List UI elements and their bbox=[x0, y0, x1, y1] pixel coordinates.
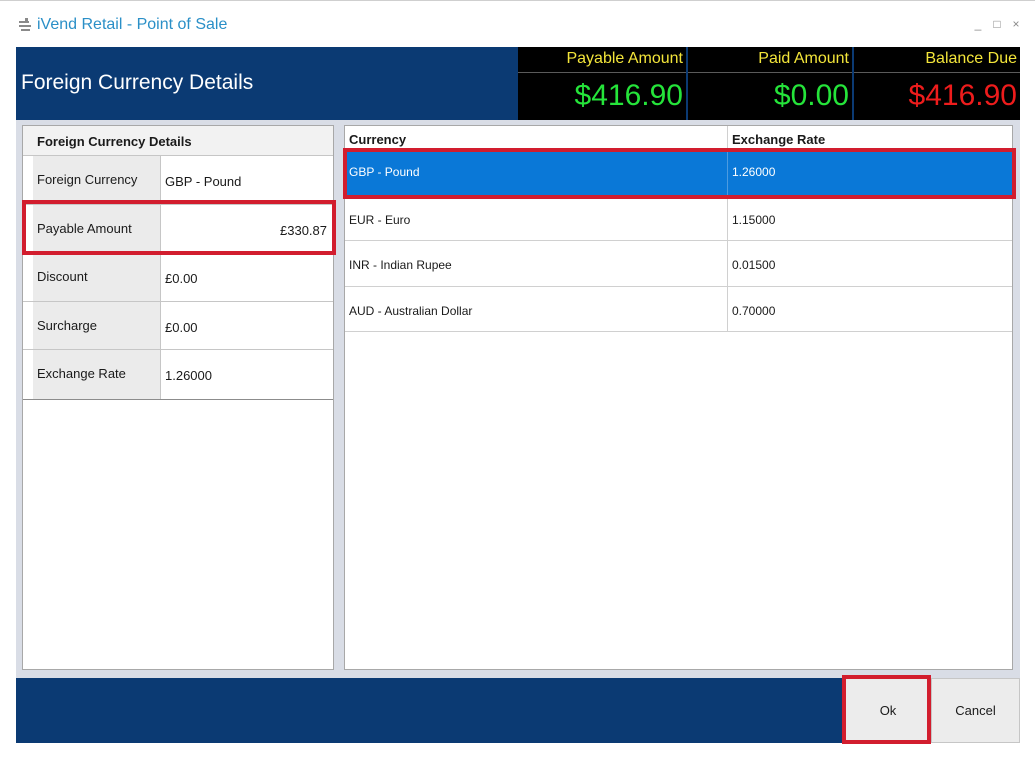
surcharge-value: £0.00 bbox=[165, 319, 198, 335]
window-controls: _ □ × bbox=[973, 17, 1021, 31]
paid-amount-value: $0.00 bbox=[773, 79, 849, 112]
balance-due-label: Balance Due bbox=[925, 50, 1017, 67]
exchange-rate-row: Exchange Rate 1.26000 bbox=[23, 350, 333, 399]
divider bbox=[688, 72, 852, 73]
window-title: iVend Retail - Point of Sale bbox=[37, 16, 228, 33]
column-header-currency[interactable]: Currency bbox=[349, 132, 406, 147]
content-area: Foreign Currency Details Foreign Currenc… bbox=[16, 120, 1020, 678]
rate-cell: 0.70000 bbox=[732, 303, 776, 318]
payable-amount-field[interactable]: £330.87 bbox=[165, 205, 327, 253]
paid-amount-label: Paid Amount bbox=[758, 50, 849, 67]
footer-bar: Ok Cancel bbox=[16, 678, 1020, 743]
payable-amount-row: Payable Amount £330.87 bbox=[23, 204, 333, 253]
column-divider bbox=[727, 241, 728, 286]
foreign-currency-label: Foreign Currency bbox=[33, 156, 161, 204]
exchange-rate-label: Exchange Rate bbox=[33, 350, 161, 399]
currency-cell: AUD - Australian Dollar bbox=[349, 303, 473, 318]
balance-due-value: $416.90 bbox=[908, 79, 1017, 112]
header-bar: Foreign Currency Details Payable Amount … bbox=[16, 47, 1020, 120]
grid-header: Currency Exchange Rate bbox=[345, 126, 1012, 150]
column-divider bbox=[727, 126, 728, 150]
discount-value: £0.00 bbox=[165, 271, 198, 286]
discount-label: Discount bbox=[33, 253, 161, 301]
divider bbox=[854, 72, 1020, 73]
title-bar: iVend Retail - Point of Sale _ □ × bbox=[0, 0, 1035, 48]
cancel-button[interactable]: Cancel bbox=[931, 678, 1020, 743]
balance-due-box: Balance Due $416.90 bbox=[854, 47, 1020, 120]
currency-cell: INR - Indian Rupee bbox=[349, 258, 452, 272]
app-icon bbox=[19, 18, 31, 31]
maximize-button[interactable]: □ bbox=[992, 17, 1002, 31]
surcharge-label: Surcharge bbox=[33, 301, 161, 349]
currency-row-eur[interactable]: EUR - Euro 1.15000 bbox=[345, 195, 1012, 241]
column-divider bbox=[727, 286, 728, 331]
ok-button[interactable]: Ok bbox=[845, 678, 931, 743]
column-header-exchange-rate[interactable]: Exchange Rate bbox=[732, 132, 825, 147]
details-heading: Foreign Currency Details bbox=[23, 126, 333, 156]
rate-cell: 1.15000 bbox=[732, 212, 776, 227]
foreign-currency-row: Foreign Currency GBP - Pound bbox=[23, 156, 333, 205]
details-table: Foreign Currency Details Foreign Currenc… bbox=[23, 126, 333, 400]
rate-cell: 0.01500 bbox=[732, 258, 776, 272]
discount-row: Discount £0.00 bbox=[23, 253, 333, 302]
minimize-button[interactable]: _ bbox=[973, 17, 983, 31]
payable-amount-field-label: Payable Amount bbox=[33, 204, 161, 252]
foreign-currency-value: GBP - Pound bbox=[165, 174, 242, 189]
payable-amount-box: Payable Amount $416.90 bbox=[518, 47, 686, 120]
surcharge-row: Surcharge £0.00 bbox=[23, 301, 333, 350]
currency-row-inr[interactable]: INR - Indian Rupee 0.01500 bbox=[345, 241, 1012, 287]
page-title: Foreign Currency Details bbox=[21, 71, 254, 94]
currency-row-aud[interactable]: AUD - Australian Dollar 0.70000 bbox=[345, 286, 1012, 332]
column-divider bbox=[727, 195, 728, 240]
details-panel: Foreign Currency Details Foreign Currenc… bbox=[22, 125, 334, 670]
column-divider bbox=[727, 150, 728, 195]
close-button[interactable]: × bbox=[1011, 17, 1021, 31]
payable-amount-value: $416.90 bbox=[574, 79, 683, 112]
rate-cell: 1.26000 bbox=[732, 165, 776, 179]
exchange-rate-value: 1.26000 bbox=[165, 368, 212, 383]
currency-cell: GBP - Pound bbox=[349, 165, 420, 179]
payable-amount-label: Payable Amount bbox=[566, 50, 683, 67]
currency-cell: EUR - Euro bbox=[349, 212, 411, 227]
paid-amount-box: Paid Amount $0.00 bbox=[688, 47, 852, 120]
divider bbox=[518, 72, 686, 73]
currency-grid: Currency Exchange Rate GBP - Pound 1.260… bbox=[344, 125, 1013, 670]
currency-row-gbp[interactable]: GBP - Pound 1.26000 bbox=[345, 150, 1012, 196]
